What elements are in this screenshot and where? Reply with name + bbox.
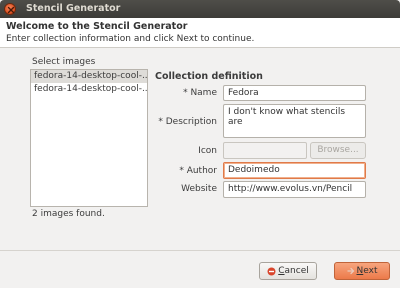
button-bar-divider <box>0 250 400 251</box>
image-list[interactable]: fedora-14-desktop-cool-... fedora-14-des… <box>30 69 148 207</box>
next-button[interactable]: Next <box>334 262 390 280</box>
website-label: Website <box>181 184 217 194</box>
list-item[interactable]: fedora-14-desktop-cool-... <box>31 83 147 96</box>
cancel-label: ancel <box>284 266 309 276</box>
list-item[interactable]: fedora-14-desktop-cool-... <box>31 70 147 83</box>
name-field[interactable]: Fedora <box>223 85 366 101</box>
close-window-button[interactable] <box>4 3 16 15</box>
images-found-count: 2 images found. <box>32 209 105 219</box>
icon-label: Icon <box>198 146 217 156</box>
website-field[interactable]: http://www.evolus.vn/Pencil <box>223 181 366 198</box>
wizard-title: Welcome to the Stencil Generator <box>6 21 188 32</box>
author-label: * Author <box>179 166 217 176</box>
cancel-icon <box>267 267 276 275</box>
window-title: Stencil Generator <box>26 3 121 14</box>
cancel-button[interactable]: Cancel <box>259 262 317 280</box>
name-label: * Name <box>183 88 217 98</box>
description-label: * Description <box>158 117 217 127</box>
description-field[interactable]: I don't know what stencils are <box>223 104 366 138</box>
collection-definition-heading: Collection definition <box>155 71 263 82</box>
close-icon <box>7 6 15 14</box>
wizard-header: Welcome to the Stencil Generator Enter c… <box>0 18 400 48</box>
next-label: ext <box>363 266 378 276</box>
arrow-right-icon <box>346 267 354 275</box>
author-field[interactable]: Dedoimedo <box>223 162 366 179</box>
select-images-label: Select images <box>32 57 96 67</box>
icon-field[interactable] <box>223 142 307 159</box>
browse-button[interactable]: Browse... <box>310 142 366 159</box>
wizard-subtitle: Enter collection information and click N… <box>6 34 255 44</box>
window-titlebar: Stencil Generator <box>0 0 400 18</box>
